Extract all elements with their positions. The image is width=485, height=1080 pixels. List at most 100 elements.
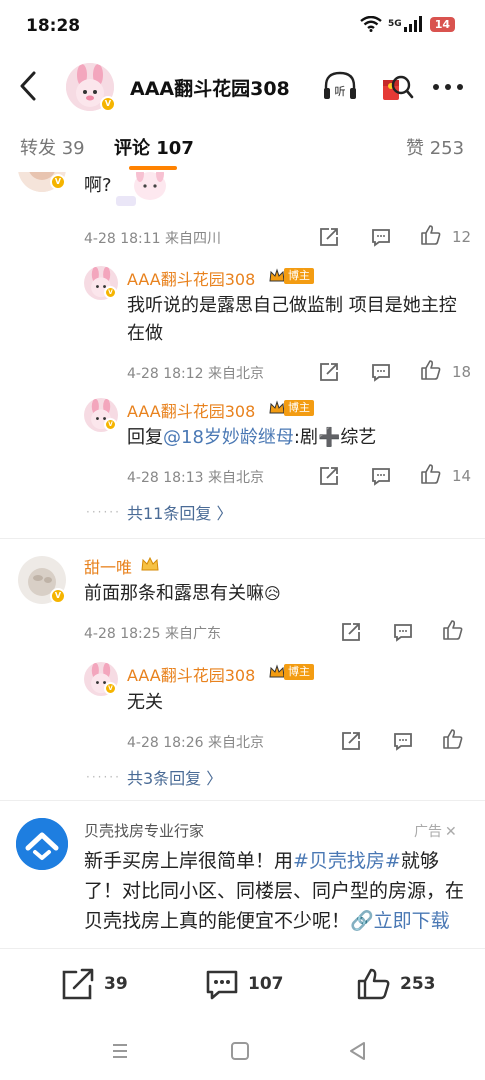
- comment-icon[interactable]: [392, 621, 414, 643]
- repost-icon[interactable]: [318, 226, 340, 248]
- host-badge-label: 博主: [284, 664, 314, 680]
- like-count: 12: [452, 228, 472, 246]
- verified-badge-icon: V: [50, 588, 66, 604]
- view-more-replies-link[interactable]: 共11条回复 〉: [127, 500, 232, 524]
- repost-button[interactable]: 39: [60, 967, 128, 1001]
- svg-text:听: 听: [335, 85, 346, 98]
- comments-list: V 啊? 4-28 18:11 来自四川 12 V AAA翻斗花园308 博主 …: [0, 172, 485, 948]
- advertiser-name[interactable]: 贝壳找房专业行家: [84, 820, 204, 841]
- ad-text-a: 新手买房上岸很简单！用: [84, 850, 294, 872]
- host-badge: 博主: [268, 267, 314, 285]
- red-packet-search-icon[interactable]: [378, 70, 414, 104]
- reply-username[interactable]: AAA翻斗花园308: [127, 398, 255, 422]
- reply-text: 回复@18岁妙龄继母:剧➕综艺: [127, 424, 467, 452]
- reply-prefix: 回复: [127, 427, 163, 448]
- comment-text: 啊?: [84, 175, 112, 196]
- verified-badge-icon: V: [50, 174, 66, 190]
- like-icon[interactable]: [420, 224, 442, 246]
- battery-indicator: 14: [429, 16, 455, 32]
- emoji-icon: 😥: [264, 584, 281, 603]
- tab-reposts[interactable]: 转发 39: [20, 134, 85, 160]
- reply-meta: 4-28 18:12 来自北京: [127, 366, 265, 382]
- repost-icon[interactable]: [340, 621, 362, 643]
- repost-icon[interactable]: [318, 361, 340, 383]
- comment-icon[interactable]: [370, 465, 392, 487]
- host-badge: 博主: [268, 663, 314, 681]
- top-nav: V AAA翻斗花园308 听: [0, 58, 485, 114]
- commenter-username[interactable]: 甜一唯: [84, 554, 132, 578]
- comment-meta: 4-28 18:11 来自四川: [84, 231, 222, 247]
- listen-icon[interactable]: 听: [322, 70, 358, 104]
- like-icon[interactable]: [420, 463, 442, 485]
- post-tabs: 转发 39 评论 107 赞 253: [0, 126, 485, 172]
- reply-username[interactable]: AAA翻斗花园308: [127, 266, 255, 290]
- home-icon[interactable]: [228, 1040, 252, 1062]
- network-label: 5G: [388, 19, 402, 29]
- status-icons: 5G 14: [360, 16, 455, 32]
- host-badge-label: 博主: [284, 268, 314, 284]
- status-bar: 18:28 5G 14: [0, 0, 485, 54]
- comment-icon[interactable]: [370, 226, 392, 248]
- thumbs-up-icon: [357, 968, 390, 1000]
- repost-count: 39: [104, 974, 128, 994]
- verified-badge-icon: V: [104, 418, 117, 431]
- like-count: 253: [400, 974, 436, 994]
- reply-meta: 4-28 18:26 来自北京: [127, 735, 265, 751]
- system-nav-bar: [0, 1022, 485, 1080]
- ad-text[interactable]: 新手买房上岸很简单！用#贝壳找房#就够了！对比同小区、同楼层、同户型的房源，在贝…: [84, 846, 464, 936]
- repost-icon[interactable]: [340, 730, 362, 752]
- active-tab-indicator: [129, 166, 177, 170]
- sticker-image: [116, 172, 166, 206]
- tab-comments[interactable]: 评论 107: [114, 134, 194, 160]
- comment-divider: [0, 800, 485, 801]
- mention-link[interactable]: @18岁妙龄继母: [163, 427, 294, 448]
- reply-body: :剧➕综艺: [293, 427, 377, 448]
- ad-download-link[interactable]: 🔗立即下载: [350, 910, 450, 932]
- comment-meta: 4-28 18:25 来自广东: [84, 626, 222, 642]
- host-badge: 博主: [268, 399, 314, 417]
- comment-button[interactable]: 107: [204, 967, 284, 1001]
- repost-icon[interactable]: [318, 465, 340, 487]
- ad-tag-text: 广告: [414, 824, 442, 840]
- ad-hashtag[interactable]: #贝壳找房#: [293, 850, 401, 872]
- thread-dots: ······: [86, 505, 121, 519]
- like-icon[interactable]: [442, 619, 464, 641]
- host-badge-label: 博主: [284, 400, 314, 416]
- view-more-replies-link[interactable]: 共3条回复 〉: [127, 765, 222, 789]
- like-icon[interactable]: [442, 728, 464, 750]
- advertiser-logo[interactable]: [16, 818, 68, 870]
- more-options-icon[interactable]: [430, 70, 466, 104]
- comment-body: 前面那条和露思有关嘛: [84, 583, 264, 604]
- comment-icon[interactable]: [392, 730, 414, 752]
- verified-badge-icon: V: [100, 96, 116, 112]
- like-icon[interactable]: [420, 359, 442, 381]
- status-time: 18:28: [26, 16, 81, 36]
- reply-text: 我听说的是露思自己做监制 项目是她主控在做: [127, 295, 457, 344]
- back-icon[interactable]: [14, 68, 44, 104]
- member-crown-icon: [141, 556, 159, 571]
- comment-text: 前面那条和露思有关嘛😥: [84, 580, 281, 608]
- post-author-title[interactable]: AAA翻斗花园308: [130, 74, 290, 101]
- back-nav-icon[interactable]: [346, 1040, 370, 1062]
- thread-dots: ······: [86, 770, 121, 784]
- comment-divider: [0, 538, 485, 539]
- comment-count: 107: [248, 974, 284, 994]
- reply-text: 无关: [127, 692, 163, 713]
- comment-icon: [206, 970, 238, 1000]
- like-count: 18: [452, 363, 472, 381]
- share-icon: [62, 968, 94, 1000]
- reply-meta: 4-28 18:13 来自北京: [127, 470, 265, 486]
- like-count: 14: [452, 467, 472, 485]
- menu-icon[interactable]: [108, 1040, 132, 1062]
- reply-username[interactable]: AAA翻斗花园308: [127, 662, 255, 686]
- wifi-icon: [360, 16, 382, 32]
- tab-likes[interactable]: 赞 253: [406, 134, 464, 160]
- signal-icon: [403, 16, 422, 32]
- verified-badge-icon: V: [104, 682, 117, 695]
- like-button[interactable]: 253: [356, 967, 436, 1001]
- ad-label[interactable]: 广告 ✕: [414, 821, 457, 841]
- close-icon[interactable]: ✕: [445, 824, 457, 840]
- verified-badge-icon: V: [104, 286, 117, 299]
- comment-icon[interactable]: [370, 361, 392, 383]
- bottom-action-bar: 39 107 253: [0, 948, 485, 1022]
